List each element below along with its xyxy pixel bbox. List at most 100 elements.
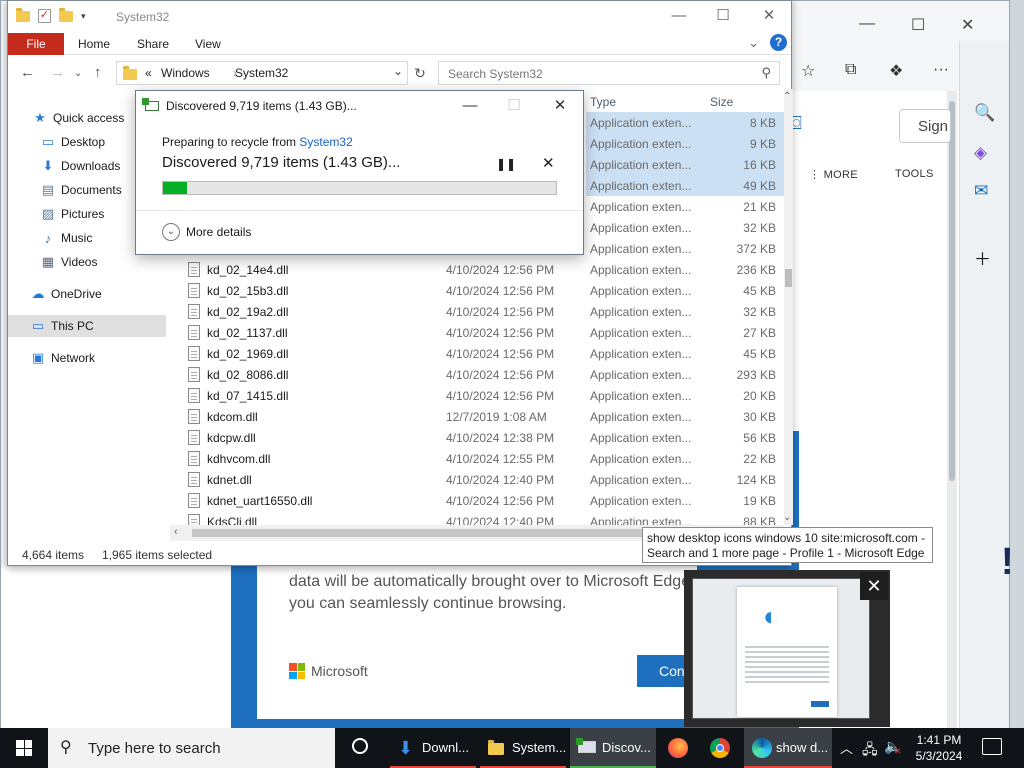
file-row[interactable]: kd_02_8086.dll 4/10/2024 12:56 PM Applicat… (170, 364, 784, 385)
dialog-minimize-icon[interactable]: — (448, 94, 492, 118)
thumbnail-close-icon[interactable]: ✕ (860, 572, 888, 600)
sidebar-add-icon[interactable]: ＋ (974, 245, 991, 270)
edge-minimize-icon[interactable]: — (859, 15, 875, 33)
microsoft-logo-icon (289, 663, 305, 679)
forward-icon[interactable]: → (50, 64, 65, 81)
collections-icon[interactable]: ⧉ (845, 61, 856, 79)
tab-share[interactable]: Share (137, 37, 169, 51)
edge-thumbnail-preview[interactable]: ◐ ✕ (684, 570, 890, 727)
nav-item-onedrive[interactable]: ☁ OneDrive (8, 283, 166, 305)
file-row[interactable]: kdnet.dll 4/10/2024 12:40 PM Application e… (170, 469, 784, 490)
back-icon[interactable]: ← (20, 64, 35, 81)
file-row[interactable]: kd_02_1969.dll 4/10/2024 12:56 PM Applicat… (170, 343, 784, 364)
show-hidden-icons[interactable]: ︿ (840, 738, 853, 768)
edge-close-icon[interactable]: ✕ (961, 15, 974, 35)
file-row[interactable]: kdcpw.dll 4/10/2024 12:38 PM Application e… (170, 427, 784, 448)
hscroll-thumb[interactable] (192, 529, 642, 537)
thumbnail-image[interactable]: ◐ (692, 578, 870, 719)
tools-menu[interactable]: TOOLS (895, 168, 934, 180)
nav-item-network[interactable]: ▣ Network (8, 347, 166, 369)
maximize-icon[interactable]: ☐ (700, 5, 746, 29)
edge-scrollbar[interactable] (947, 91, 957, 731)
breadcrumb-system32[interactable]: System32 (235, 66, 288, 80)
dialog-close-icon[interactable]: ✕ (538, 94, 582, 118)
column-header-size[interactable]: Size (710, 95, 733, 109)
scroll-down-icon[interactable]: ⌄ (783, 512, 791, 523)
scroll-thumb[interactable] (785, 269, 792, 287)
start-button[interactable] (0, 728, 48, 768)
refresh-icon[interactable]: ↻ (410, 61, 430, 85)
column-header-type[interactable]: Type (590, 95, 616, 109)
tab-view[interactable]: View (195, 37, 221, 51)
file-row[interactable]: KdsCli.dll 4/10/2024 12:40 PM Application … (170, 511, 784, 525)
taskbar-app-edge[interactable]: show d... (744, 728, 832, 768)
more-icon[interactable]: ··· (933, 61, 949, 79)
folder-icon[interactable] (16, 7, 30, 22)
file-type: Application exten... (590, 473, 692, 487)
file-row[interactable]: kd_02_19a2.dll 4/10/2024 12:56 PM Applicat… (170, 301, 784, 322)
sign-in-button[interactable]: Sign (899, 109, 951, 143)
pause-icon[interactable]: ❚❚ (496, 157, 516, 171)
taskbar-app-firefox[interactable] (660, 728, 698, 768)
extensions-icon[interactable]: ❖ (889, 61, 903, 81)
properties-icon[interactable]: ✓ (38, 9, 51, 23)
cancel-icon[interactable]: ✕ (542, 154, 555, 172)
scroll-left-icon[interactable]: ‹ (174, 526, 178, 538)
file-date-modified: 4/10/2024 12:56 PM (446, 494, 555, 508)
taskbar-search[interactable]: ⚲ Type here to search (48, 728, 335, 768)
file-list-vertical-scrollbar[interactable]: ⌃ ⌄ (783, 89, 793, 525)
file-type: Application exten... (590, 116, 692, 130)
new-folder-icon[interactable] (59, 7, 73, 22)
file-name: kd_02_1969.dll (207, 347, 289, 361)
sidebar-search-icon[interactable]: 🔍 (974, 103, 995, 123)
file-type: Application exten... (590, 347, 692, 361)
edge-maximize-icon[interactable]: ☐ (911, 15, 925, 35)
address-bar[interactable]: « Windows › System32 ⌄ (116, 61, 408, 85)
minimize-icon[interactable]: — (656, 5, 702, 29)
taskbar-tooltip: show desktop icons windows 10 site:micro… (642, 527, 933, 563)
favorites-icon[interactable]: ☆ (801, 61, 815, 81)
download-arrow-icon: ⬇ (398, 738, 414, 758)
taskbar-app-chrome[interactable] (702, 728, 740, 768)
file-name: kd_02_14e4.dll (207, 263, 289, 277)
customize-chevron-icon[interactable]: ▾ (81, 11, 86, 22)
more-menu[interactable]: ⋮ MORE (809, 168, 858, 181)
network-status-icon[interactable]: 🖧 (862, 739, 878, 768)
taskbar-search-input[interactable]: Type here to search (88, 740, 221, 757)
taskbar-app-discovered[interactable]: Discov... (570, 728, 656, 768)
file-row[interactable]: kdnet_uart16550.dll 4/10/2024 12:56 PM App… (170, 490, 784, 511)
chrome-icon (710, 738, 730, 758)
up-icon[interactable]: ↑ (94, 64, 102, 81)
help-icon[interactable]: ? (770, 34, 787, 51)
file-row[interactable]: kd_07_1415.dll 4/10/2024 12:56 PM Applicat… (170, 385, 784, 406)
search-input[interactable]: Search System32 (448, 67, 543, 81)
tab-home[interactable]: Home (78, 37, 110, 51)
breadcrumb-windows[interactable]: Windows (161, 66, 210, 80)
taskbar-app-downloads[interactable]: ⬇ Downl... (390, 728, 476, 768)
recent-chevron-icon[interactable]: ⌄ (74, 68, 82, 79)
file-row[interactable]: kdhvcom.dll 4/10/2024 12:55 PM Application… (170, 448, 784, 469)
file-row[interactable]: kdcom.dll 12/7/2019 1:08 AM Application ex… (170, 406, 784, 427)
file-row[interactable]: kd_02_1137.dll 4/10/2024 12:56 PM Applicat… (170, 322, 784, 343)
search-box[interactable]: Search System32 ⚲ (438, 61, 780, 85)
file-row[interactable]: kd_02_14e4.dll 4/10/2024 12:56 PM Applicat… (170, 259, 784, 280)
sidebar-outlook-icon[interactable]: ✉ (974, 181, 988, 201)
sidebar-copilot-icon[interactable]: ◈ (974, 143, 987, 163)
volume-muted-icon[interactable]: 🔈 ✕ (884, 738, 902, 768)
dll-file-icon (188, 262, 200, 277)
close-icon[interactable]: ✕ (746, 5, 792, 29)
file-row[interactable]: kd_02_15b3.dll 4/10/2024 12:56 PM Applicat… (170, 280, 784, 301)
notification-center-icon[interactable] (982, 738, 1002, 755)
scroll-up-icon[interactable]: ⌃ (783, 91, 791, 102)
more-details-toggle[interactable]: ⌄ More details (162, 223, 251, 241)
dialog-maximize-icon: ☐ (507, 97, 521, 114)
breadcrumb-overflow[interactable]: « (145, 66, 152, 80)
expand-ribbon-icon[interactable]: ⌄ (748, 35, 759, 51)
clock[interactable]: 1:41 PM 5/3/2024 (900, 732, 978, 764)
task-view-button[interactable] (344, 728, 378, 768)
address-dropdown-icon[interactable]: ⌄ (393, 64, 403, 78)
tab-file[interactable]: File (8, 33, 64, 55)
nav-item-this-pc[interactable]: ▭ This PC (8, 315, 166, 337)
taskbar-app-system32[interactable]: System... (480, 728, 566, 768)
source-folder-link[interactable]: System32 (299, 135, 352, 149)
